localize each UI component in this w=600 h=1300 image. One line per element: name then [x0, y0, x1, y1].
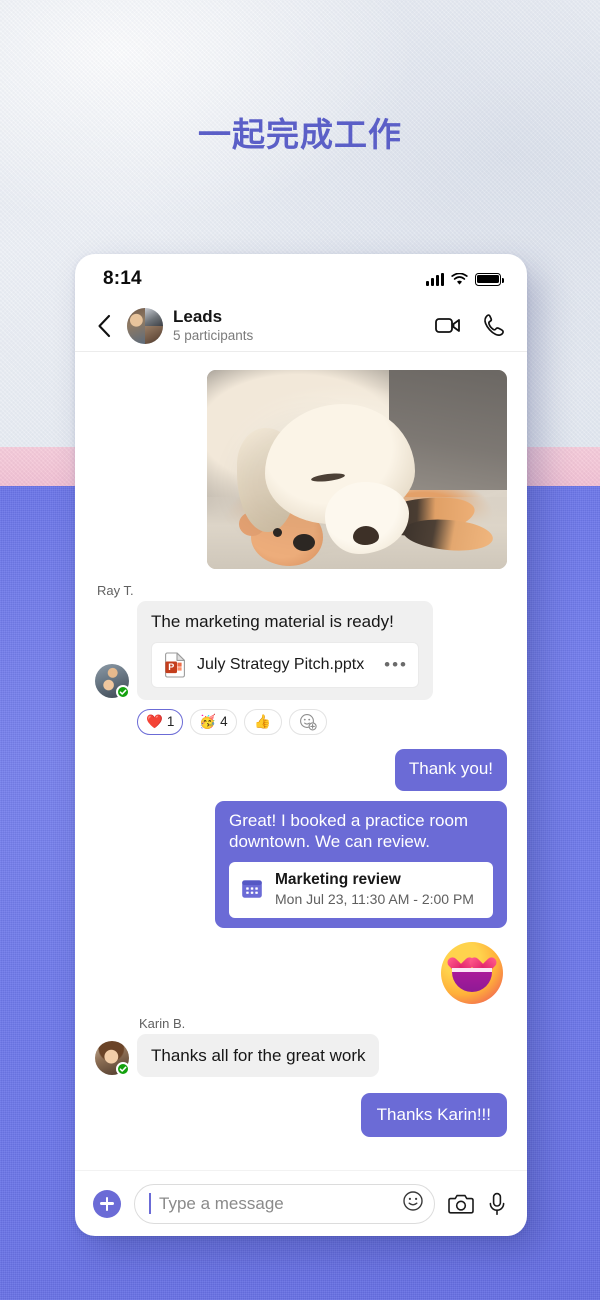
text-caret — [149, 1193, 151, 1214]
microphone-icon[interactable] — [487, 1192, 507, 1216]
message-incoming-karin: Karin B. Thanks all for the great work — [95, 1016, 507, 1078]
heart-reaction-icon: ❤️ — [146, 713, 163, 729]
scene: 一起完成工作 8:14 Leads 5 participants Ray T. … — [0, 0, 600, 1300]
message-list[interactable]: Ray T. The marketing material is ready! — [75, 352, 527, 1170]
reaction-chip-party[interactable]: 🥳 4 — [190, 708, 237, 735]
message-outgoing-thanks-karin: Thanks Karin!!! — [95, 1093, 507, 1138]
chat-title: Leads — [173, 307, 223, 327]
message-bubble[interactable]: Great! I booked a practice room downtown… — [215, 800, 507, 928]
svg-text:P: P — [168, 662, 174, 672]
wifi-icon — [451, 272, 468, 285]
status-bar: 8:14 — [75, 254, 527, 300]
meeting-card[interactable]: Marketing review Mon Jul 23, 11:30 AM - … — [229, 862, 493, 918]
header-actions — [435, 314, 505, 337]
meeting-time: Mon Jul 23, 11:30 AM - 2:00 PM — [275, 890, 474, 907]
sender-name: Ray T. — [97, 583, 134, 598]
avatar[interactable] — [95, 1041, 130, 1077]
reaction-chip-thumbsup[interactable]: 👍 — [243, 708, 282, 735]
battery-full-icon — [475, 272, 505, 286]
chat-header: Leads 5 participants — [75, 300, 527, 352]
phone-handset-icon[interactable] — [483, 314, 505, 337]
message-input[interactable]: Type a message — [134, 1183, 435, 1224]
party-face-reaction-icon: 🥳 — [199, 713, 217, 729]
chat-title-block[interactable]: Leads 5 participants — [173, 307, 425, 343]
powerpoint-file-icon: P — [165, 652, 185, 678]
add-reaction-button[interactable] — [288, 708, 327, 735]
message-bubble[interactable]: Thank you! — [394, 748, 507, 791]
message-outgoing-thanks: Thank you! — [95, 748, 507, 791]
file-attachment-card[interactable]: P July Strategy Pitch.pptx ••• — [151, 641, 419, 688]
reaction-chip-heart[interactable]: ❤️ 1 — [137, 708, 184, 735]
calendar-icon — [242, 880, 262, 899]
message-incoming-ray: Ray T. The marketing material is ready! — [95, 583, 507, 735]
message-bubble[interactable]: The marketing material is ready! P July … — [137, 601, 433, 700]
chat-participants-count: 5 participants — [173, 328, 254, 344]
message-text: The marketing material is ready! — [151, 612, 394, 631]
message-text: Thanks all for the great work — [151, 1045, 366, 1065]
photo-message[interactable] — [207, 370, 507, 569]
message-input-placeholder: Type a message — [159, 1193, 284, 1213]
phone-mockup: 8:14 Leads 5 participants Ray T. The mar… — [75, 254, 527, 1236]
message-outgoing-emoji[interactable] — [441, 941, 503, 1004]
meeting-title: Marketing review — [275, 871, 401, 888]
message-composer: Type a message — [75, 1170, 527, 1236]
page-title: 一起完成工作 — [198, 116, 402, 153]
heart-eyes-emoji — [441, 941, 503, 1004]
sender-name: Karin B. — [139, 1015, 186, 1031]
add-attachment-button[interactable] — [93, 1189, 121, 1218]
reaction-bar: ❤️ 1 🥳 4 👍 — [137, 708, 507, 735]
video-camera-icon[interactable] — [435, 316, 461, 335]
reaction-count: 1 — [166, 714, 175, 730]
presence-available-icon — [116, 1062, 130, 1077]
file-name: July Strategy Pitch.pptx — [197, 655, 365, 673]
emoji-smiley-icon[interactable] — [402, 1190, 424, 1217]
add-reaction-icon — [299, 713, 317, 731]
thumbs-up-reaction-icon: 👍 — [254, 713, 272, 729]
reaction-count: 4 — [220, 714, 228, 730]
avatar[interactable] — [95, 663, 130, 699]
status-time: 8:14 — [103, 268, 142, 289]
signal-bars-icon — [426, 272, 444, 286]
file-overflow-menu-icon[interactable]: ••• — [384, 656, 408, 673]
presence-available-icon — [116, 684, 130, 699]
status-indicators — [426, 272, 505, 286]
group-avatar[interactable] — [127, 307, 163, 344]
camera-icon[interactable] — [448, 1193, 474, 1215]
back-chevron-icon[interactable] — [91, 311, 117, 341]
message-bubble[interactable]: Thanks Karin!!! — [360, 1093, 507, 1138]
message-text: Great! I booked a practice room downtown… — [229, 810, 469, 852]
message-outgoing-booked: Great! I booked a practice room downtown… — [95, 800, 507, 928]
message-bubble[interactable]: Thanks all for the great work — [137, 1033, 380, 1078]
